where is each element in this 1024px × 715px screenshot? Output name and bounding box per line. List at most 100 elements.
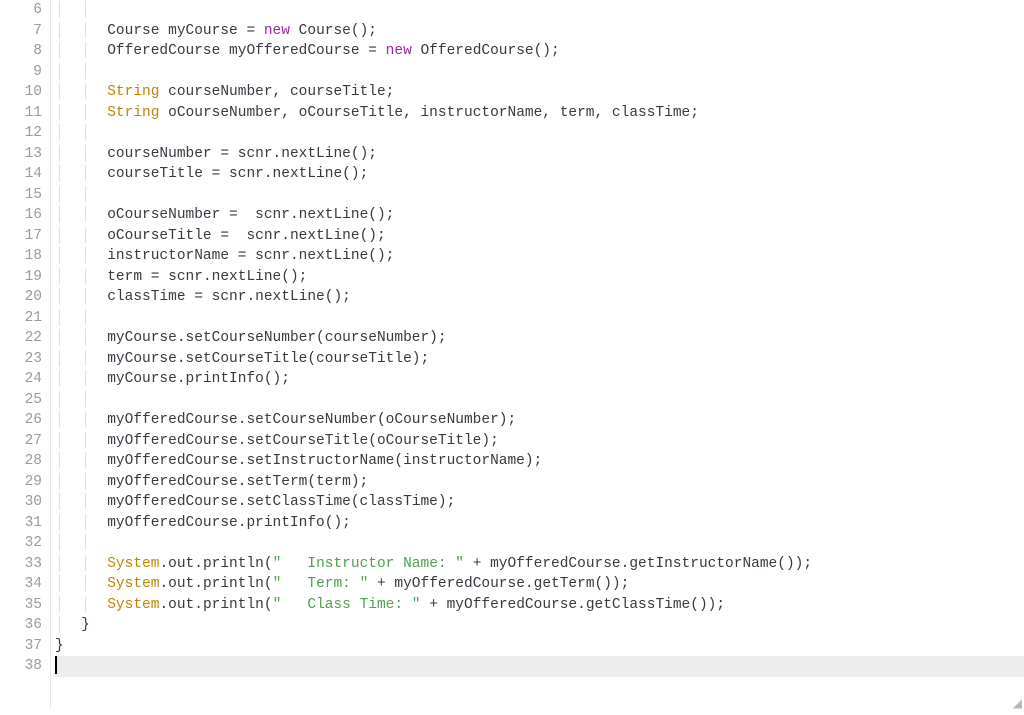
line-number: 15 [0, 185, 50, 206]
code-token: new [386, 43, 412, 59]
code-token: instructorName [107, 248, 238, 264]
code-line[interactable]: │ │ myOfferedCourse.printInfo(); [55, 513, 1024, 534]
code-token: } [55, 638, 64, 654]
code-line[interactable]: │ │ courseTitle = scnr.nextLine(); [55, 164, 1024, 185]
code-token: scnr.nextLine(); [246, 248, 394, 264]
code-token: Course myCourse [107, 23, 246, 39]
code-line[interactable]: │ │ courseNumber = scnr.nextLine(); [55, 144, 1024, 165]
code-line[interactable]: │ │ classTime = scnr.nextLine(); [55, 287, 1024, 308]
code-token: oCourseNumber, oCourseTitle, instructorN… [159, 105, 699, 121]
code-line[interactable]: │ │ System.out.println(" Instructor Name… [55, 554, 1024, 575]
code-line[interactable]: │ │ myOfferedCourse.setInstructorName(in… [55, 451, 1024, 472]
line-number: 17 [0, 226, 50, 247]
line-number: 11 [0, 103, 50, 124]
code-token: myOfferedCourse.setClassTime(classTime); [107, 494, 455, 510]
code-line[interactable]: │ │ myOfferedCourse.setCourseTitle(oCour… [55, 431, 1024, 452]
line-number: 37 [0, 636, 50, 657]
code-line[interactable]: │ │ term = scnr.nextLine(); [55, 267, 1024, 288]
code-line[interactable]: │ │ [55, 533, 1024, 554]
code-token: myOfferedCourse.getTerm()); [386, 576, 630, 592]
code-token: myCourse.printInfo(); [107, 371, 290, 387]
code-line[interactable]: │ │ [55, 123, 1024, 144]
line-number: 16 [0, 205, 50, 226]
line-number: 21 [0, 308, 50, 329]
code-token: oCourseNumber [107, 207, 229, 223]
code-line[interactable]: │ │ Course myCourse = new Course(); [55, 21, 1024, 42]
code-token [464, 556, 473, 572]
code-token: = [229, 207, 238, 223]
code-line[interactable]: │ │ [55, 308, 1024, 329]
code-token: String [107, 105, 159, 121]
code-line[interactable]: │ │ myCourse.setCourseNumber(courseNumbe… [55, 328, 1024, 349]
code-line[interactable]: │ │ instructorName = scnr.nextLine(); [55, 246, 1024, 267]
code-token: oCourseTitle [107, 228, 220, 244]
code-token: courseTitle [107, 166, 211, 182]
code-line[interactable]: │ │ String courseNumber, courseTitle; [55, 82, 1024, 103]
code-line[interactable]: │ │ OfferedCourse myOfferedCourse = new … [55, 41, 1024, 62]
line-number-gutter: 6789101112131415161718192021222324252627… [0, 0, 51, 708]
code-token: myCourse.setCourseNumber(courseNumber); [107, 330, 446, 346]
code-line[interactable]: │ │ [55, 0, 1024, 21]
line-number: 25 [0, 390, 50, 411]
code-token: System [107, 556, 159, 572]
code-token: scnr.nextLine(); [229, 146, 377, 162]
code-token: scnr.nextLine(); [159, 269, 307, 285]
code-line[interactable]: │ │ System.out.println(" Term: " + myOff… [55, 574, 1024, 595]
code-token: " Term: " [273, 576, 369, 592]
code-line[interactable]: │ │ myCourse.setCourseTitle(courseTitle)… [55, 349, 1024, 370]
code-token: myOfferedCourse.printInfo(); [107, 515, 351, 531]
code-token [255, 23, 264, 39]
line-number: 24 [0, 369, 50, 390]
code-line[interactable]: } [55, 636, 1024, 657]
line-number: 34 [0, 574, 50, 595]
code-line[interactable]: │ │ myOfferedCourse.setCourseNumber(oCou… [55, 410, 1024, 431]
code-token: = [194, 289, 203, 305]
code-token: = [220, 228, 229, 244]
code-line[interactable] [55, 656, 1024, 677]
code-line[interactable]: │ │ System.out.println(" Class Time: " +… [55, 595, 1024, 616]
code-token: + [377, 576, 386, 592]
code-token: = [246, 23, 255, 39]
code-token: = [368, 43, 377, 59]
code-line[interactable]: │ │ String oCourseNumber, oCourseTitle, … [55, 103, 1024, 124]
code-token: scnr.nextLine(); [220, 166, 368, 182]
line-number: 23 [0, 349, 50, 370]
code-line[interactable]: │ │ [55, 62, 1024, 83]
line-number: 6 [0, 0, 50, 21]
code-token: = [220, 146, 229, 162]
code-line[interactable]: │ │ myCourse.printInfo(); [55, 369, 1024, 390]
line-number: 33 [0, 554, 50, 575]
line-number: 31 [0, 513, 50, 534]
code-line[interactable]: │ │ oCourseTitle = scnr.nextLine(); [55, 226, 1024, 247]
code-token: myOfferedCourse.setCourseNumber(oCourseN… [107, 412, 516, 428]
line-number: 10 [0, 82, 50, 103]
code-token: } [81, 617, 90, 633]
line-number: 20 [0, 287, 50, 308]
line-number: 14 [0, 164, 50, 185]
code-line[interactable]: │ } [55, 615, 1024, 636]
code-token: scnr.nextLine(); [229, 228, 386, 244]
code-line[interactable]: │ │ myOfferedCourse.setClassTime(classTi… [55, 492, 1024, 513]
line-number: 35 [0, 595, 50, 616]
code-token: OfferedCourse(); [412, 43, 560, 59]
code-token: myOfferedCourse.setInstructorName(instru… [107, 453, 542, 469]
code-token: myOfferedCourse.setCourseTitle(oCourseTi… [107, 433, 499, 449]
code-token: Course(); [290, 23, 377, 39]
code-line[interactable]: │ │ [55, 390, 1024, 411]
line-number: 30 [0, 492, 50, 513]
code-token: .out.println( [159, 576, 272, 592]
code-line[interactable]: │ │ myOfferedCourse.setTerm(term); [55, 472, 1024, 493]
code-token: + [429, 597, 438, 613]
code-token: " Instructor Name: " [273, 556, 464, 572]
code-line[interactable]: │ │ oCourseNumber = scnr.nextLine(); [55, 205, 1024, 226]
code-area[interactable]: │ │ │ │ Course myCourse = new Course();│… [51, 0, 1024, 708]
code-token: myOfferedCourse.setTerm(term); [107, 474, 368, 490]
code-line[interactable]: │ │ [55, 185, 1024, 206]
line-number: 29 [0, 472, 50, 493]
line-number: 18 [0, 246, 50, 267]
code-editor[interactable]: 6789101112131415161718192021222324252627… [0, 0, 1024, 708]
resize-handle-icon[interactable]: ◢ [1010, 694, 1022, 706]
code-token: myOfferedCourse.getInstructorName()); [481, 556, 812, 572]
code-token: myOfferedCourse.getClassTime()); [438, 597, 725, 613]
line-number: 26 [0, 410, 50, 431]
